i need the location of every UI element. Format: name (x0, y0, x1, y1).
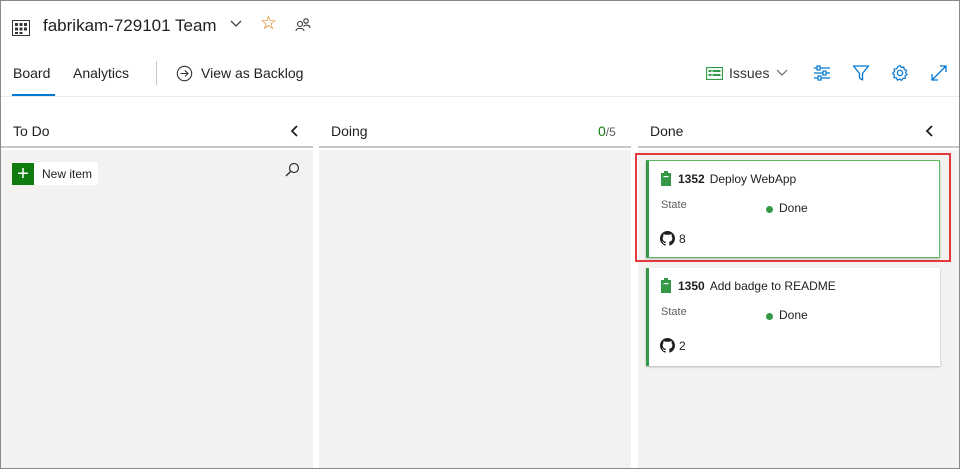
collapse-column-chevron-icon[interactable] (290, 125, 299, 137)
column-title: Done (650, 123, 684, 139)
state-field-label: State (661, 306, 687, 318)
tab-analytics[interactable]: Analytics (73, 65, 129, 81)
collapse-column-chevron-icon[interactable] (925, 125, 934, 137)
chevron-down-icon[interactable] (230, 20, 242, 28)
team-members-icon[interactable] (295, 17, 311, 33)
gear-icon[interactable] (891, 64, 909, 82)
column-body: + New item (1, 150, 313, 468)
state-field-value[interactable]: Done (779, 308, 808, 322)
work-item-title[interactable]: Add badge to README (710, 279, 836, 293)
view-as-backlog-link[interactable]: View as Backlog (201, 65, 303, 81)
column-header: Doing 0/5 (319, 98, 631, 148)
card-title-row: 1350 Add badge to README (661, 278, 836, 293)
column-header: Done (638, 98, 959, 148)
highlighted-card-outline (635, 153, 951, 262)
column-title: To Do (13, 123, 50, 139)
tab-board[interactable]: Board (13, 65, 50, 81)
column-body (319, 150, 631, 468)
new-item-button[interactable]: + New item (12, 162, 99, 185)
board-tabs-bar: Board Analytics View as Backlog Issues (1, 55, 959, 97)
tabs-divider (156, 61, 157, 85)
search-icon[interactable] (285, 162, 300, 177)
work-item-id: 1350 (678, 278, 705, 293)
github-link-count: 2 (679, 338, 686, 353)
wip-limit-counter: 0/5 (598, 123, 616, 139)
wip-limit: /5 (605, 125, 616, 139)
team-name[interactable]: fabrikam-729101 Team (43, 16, 217, 36)
column-header: To Do (1, 98, 313, 148)
column-doing: Doing 0/5 (319, 98, 631, 468)
view-as-backlog-icon[interactable] (176, 65, 193, 82)
issues-type-icon[interactable] (706, 67, 723, 80)
wip-count: 0 (598, 123, 606, 139)
github-icon (660, 338, 675, 353)
work-item-type-picker[interactable]: Issues (729, 65, 769, 81)
board-window: fabrikam-729101 Team ☆ Board Analytics V… (0, 0, 960, 469)
board-grid-icon (12, 20, 30, 36)
active-tab-indicator (12, 94, 55, 96)
issue-clipboard-icon (661, 278, 671, 293)
board-settings-sliders-icon[interactable] (813, 64, 831, 82)
board-header: fabrikam-729101 Team ☆ (1, 1, 959, 55)
state-done-dot (766, 313, 773, 320)
github-links[interactable]: 2 (660, 338, 686, 353)
column-title: Doing (331, 123, 368, 139)
new-item-label: New item (42, 166, 93, 181)
fullscreen-expand-icon[interactable] (930, 64, 948, 82)
work-item-card[interactable]: 1350 Add badge to README State Done 2 (646, 268, 940, 366)
plus-icon: + (12, 162, 34, 185)
chevron-down-icon[interactable] (776, 69, 788, 77)
favorite-star-icon[interactable]: ☆ (260, 14, 277, 33)
filter-icon[interactable] (852, 64, 870, 82)
column-to-do: To Do + New item (1, 98, 313, 468)
